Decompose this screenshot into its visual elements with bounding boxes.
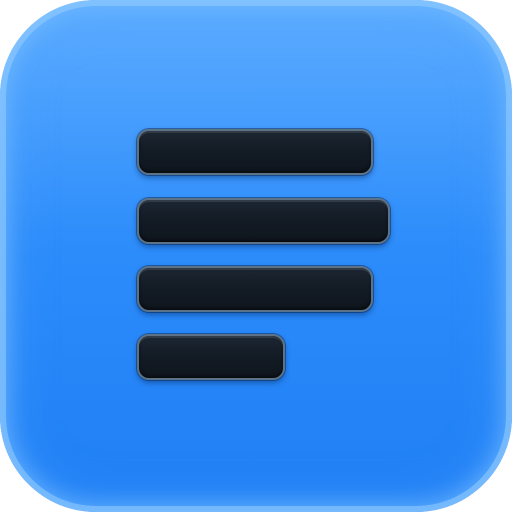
text-line-3 xyxy=(137,266,373,312)
text-line-2 xyxy=(137,198,390,244)
text-line-1 xyxy=(137,129,373,175)
text-line-4 xyxy=(137,334,285,380)
app-icon[interactable] xyxy=(0,0,512,512)
text-align-left-icon xyxy=(0,0,512,512)
